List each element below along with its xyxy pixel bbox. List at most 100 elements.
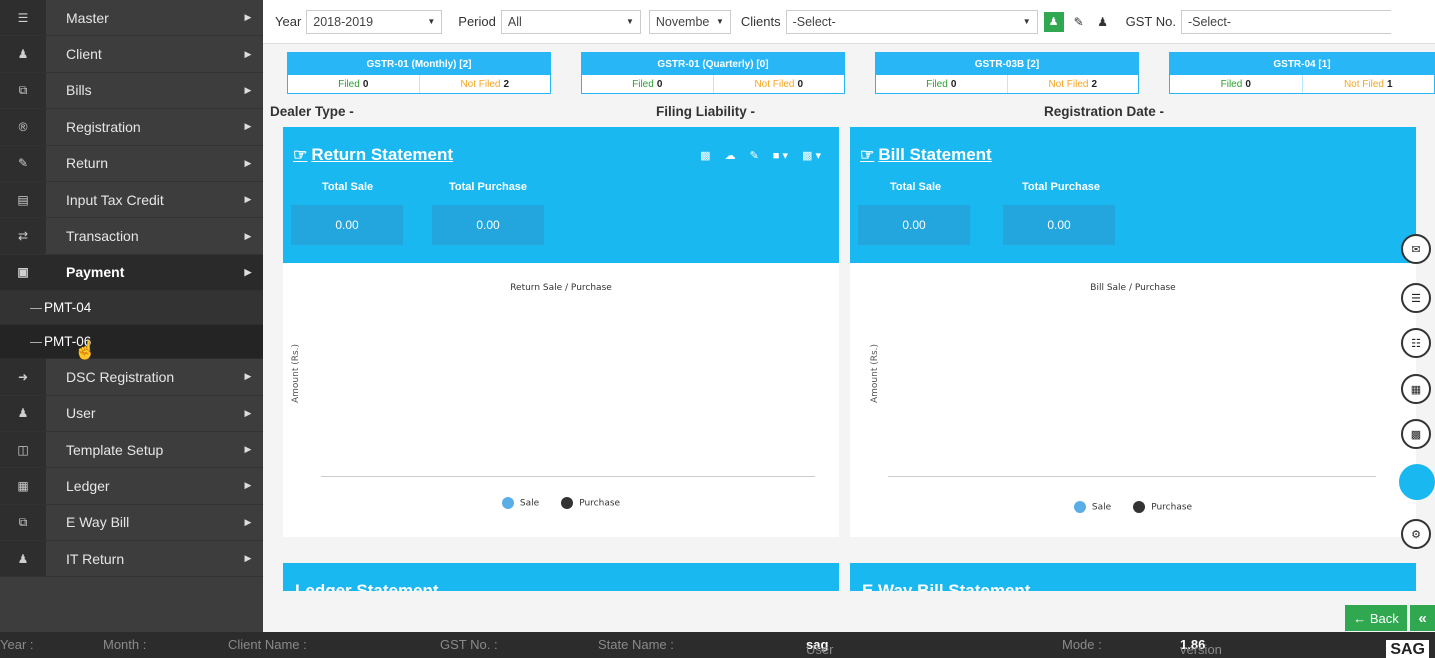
- sign-in-icon: ➜: [0, 359, 46, 395]
- legend-purchase[interactable]: Purchase: [1133, 501, 1192, 513]
- calculator-icon: ▦: [0, 468, 46, 504]
- eway-bill-statement-title[interactable]: E Way Bill Statement: [862, 581, 1030, 591]
- caret-right-icon: ▶: [244, 266, 252, 277]
- gear-icon[interactable]: ⚙: [1401, 519, 1431, 549]
- gst-select[interactable]: -Select-: [1180, 9, 1391, 34]
- caret-right-icon: ▶: [244, 516, 252, 527]
- year-label: Year: [275, 14, 302, 29]
- chart-title: Return Sale / Purchase: [510, 283, 612, 293]
- eway-bill-statement-panel: E Way Bill Statement: [850, 563, 1416, 591]
- book-dropdown-icon[interactable]: ■ ▾: [773, 149, 788, 162]
- envelope-icon[interactable]: ✉: [1401, 234, 1431, 264]
- file-icon[interactable]: ▩: [1401, 419, 1431, 449]
- caret-right-icon: ▶: [244, 371, 252, 382]
- caret-right-icon: ▶: [244, 12, 252, 23]
- ledger-statement-title[interactable]: Ledger Statement: [295, 581, 439, 591]
- x-axis-line: [321, 476, 815, 477]
- edit-icon[interactable]: ✎: [750, 149, 759, 162]
- sidebar-item-ledger[interactable]: ▦ Ledger ▶: [0, 468, 263, 505]
- edit-icon: ✎: [0, 145, 46, 181]
- legend-sale[interactable]: Sale: [1073, 501, 1111, 513]
- y-axis-label: Amount (Rs.): [870, 343, 880, 403]
- pencil-icon[interactable]: ✎: [1070, 13, 1088, 31]
- return-statement-panel: ☞ Return Statement ▩ ☁ ✎ ■ ▾ ▩ ▾ Total Sa…: [283, 127, 839, 537]
- hand-pointer-icon: ☞: [293, 147, 308, 164]
- sidebar-item-return[interactable]: ✎ Return ▶: [0, 145, 263, 182]
- sidebar-item-master[interactable]: ☰ Master ▶: [0, 0, 263, 37]
- gstr-01-monthly-card[interactable]: GSTR-01 (Monthly) [2] Filed 0 Not Filed 2: [287, 52, 551, 94]
- database-icon: ☰: [0, 0, 46, 36]
- legend-sale[interactable]: Sale: [501, 497, 539, 509]
- sidebar-item-transaction[interactable]: ⇄ Transaction ▶: [0, 218, 263, 255]
- ledger-statement-panel: Ledger Statement: [283, 563, 839, 591]
- file-icon[interactable]: ▩: [700, 149, 710, 162]
- dealer-type: Dealer Type -: [270, 104, 354, 119]
- sidebar-item-user[interactable]: ♟ User ▶: [0, 395, 263, 432]
- sitemap-icon[interactable]: ☷: [1401, 328, 1431, 358]
- sidebar-item-payment[interactable]: ▣ Payment ▶: [0, 254, 263, 292]
- chart-legend: Sale Purchase: [283, 497, 839, 509]
- bill-total-sale: 0.00: [858, 205, 970, 245]
- sidebar-item-input-tax-credit[interactable]: ▤ Input Tax Credit ▶: [0, 181, 263, 219]
- caret-down-icon: ▼: [427, 17, 436, 26]
- sidebar: ☰ Master ▶ ♟ Client ▶ ⧉ Bills ▶ ® Registration ▶…: [0, 0, 263, 632]
- sidebar-item-bills[interactable]: ⧉ Bills ▶: [0, 72, 263, 110]
- caret-right-icon: ▶: [244, 157, 252, 168]
- sidebar-item-template-setup[interactable]: ◫ Template Setup ▶: [0, 431, 263, 469]
- sidebar-item-e-way-bill[interactable]: ⧉ E Way Bill ▶: [0, 504, 263, 542]
- bill-statement-title[interactable]: ☞ Bill Statement: [860, 145, 992, 165]
- double-chevron-left-icon[interactable]: «: [1410, 605, 1435, 631]
- caret-right-icon: ▶: [244, 194, 252, 205]
- users-icon: ♟: [0, 36, 46, 72]
- filter-bar: Year 2018-2019 ▼ Period All ▼ Novembe ▼ Cli…: [263, 0, 1435, 44]
- return-statement-title[interactable]: ☞ Return Statement: [293, 145, 453, 165]
- sidebar-item-registration[interactable]: ® Registration ▶: [0, 109, 263, 146]
- return-chart: Return Sale / Purchase Amount (Rs.) Sale…: [283, 263, 839, 537]
- y-axis-label: Amount (Rs.): [291, 343, 301, 403]
- back-button[interactable]: ← Back: [1345, 605, 1407, 631]
- caret-right-icon: ▶: [244, 444, 252, 455]
- chart-title: Bill Sale / Purchase: [1090, 283, 1176, 293]
- caret-right-icon: ▶: [244, 121, 252, 132]
- month-select[interactable]: Novembe ▼: [648, 9, 731, 34]
- gstr-03b-card[interactable]: GSTR-03B [2] Filed 0 Not Filed 2: [875, 52, 1139, 94]
- status-version: version No : 1.86: [1180, 637, 1222, 658]
- menu-toggle-button[interactable]: [1399, 464, 1435, 500]
- client-info-row: Dealer Type - Filing Liability - Registr…: [270, 104, 1420, 124]
- gst-label: GST No.: [1125, 14, 1176, 29]
- columns-icon: ◫: [0, 431, 46, 468]
- add-client-button[interactable]: ♟: [1043, 11, 1064, 32]
- caret-down-icon: ▼: [1022, 17, 1031, 26]
- gstr-01-quarterly-card[interactable]: GSTR-01 (Quarterly) [0] Filed 0 Not Filed 0: [581, 52, 845, 94]
- list-icon[interactable]: ☰: [1401, 283, 1431, 313]
- sidebar-item-client[interactable]: ♟ Client ▶: [0, 36, 263, 73]
- registration-date: Registration Date -: [1044, 104, 1165, 119]
- legend-purchase[interactable]: Purchase: [561, 497, 620, 509]
- period-label: Period: [458, 14, 496, 29]
- bill-chart: Bill Sale / Purchase Amount (Rs.) Sale P…: [850, 263, 1416, 537]
- status-bar: Year : Month : Client Name : GST No. : S…: [0, 632, 1435, 658]
- period-select[interactable]: All ▼: [500, 9, 641, 34]
- copy-icon: ⧉: [0, 504, 46, 541]
- sidebar-subitem-pmt-06[interactable]: PMT-06: [0, 325, 263, 360]
- sidebar-item-dsc-registration[interactable]: ➜ DSC Registration ▶: [0, 359, 263, 396]
- return-total-sale: 0.00: [291, 205, 403, 245]
- caret-right-icon: ▶: [244, 407, 252, 418]
- keyboard-icon[interactable]: ▦: [1401, 374, 1431, 404]
- registered-icon: ®: [0, 109, 46, 145]
- chart-dropdown-icon[interactable]: ▩ ▾: [802, 149, 821, 162]
- cloud-icon[interactable]: ☁: [725, 149, 736, 162]
- filing-liability: Filing Liability -: [656, 104, 755, 119]
- gstr-04-card[interactable]: GSTR-04 [1] Filed 0 Not Filed 1: [1169, 52, 1435, 94]
- year-select[interactable]: 2018-2019 ▼: [306, 9, 443, 34]
- caret-right-icon: ▶: [244, 48, 252, 59]
- clients-select[interactable]: -Select- ▼: [785, 9, 1038, 34]
- users-icon[interactable]: ♟: [1094, 13, 1112, 31]
- sidebar-item-it-return[interactable]: ♟ IT Return ▶: [0, 541, 263, 578]
- exchange-icon: ⇄: [0, 218, 46, 254]
- copy-icon: ⧉: [0, 72, 46, 109]
- users-icon: ♟: [0, 541, 46, 577]
- caret-right-icon: ▶: [244, 480, 252, 491]
- sidebar-subitem-pmt-04[interactable]: PMT-04: [0, 291, 263, 326]
- bill-statement-panel: ☞ Bill Statement Total Sale Total Purchas…: [850, 127, 1416, 537]
